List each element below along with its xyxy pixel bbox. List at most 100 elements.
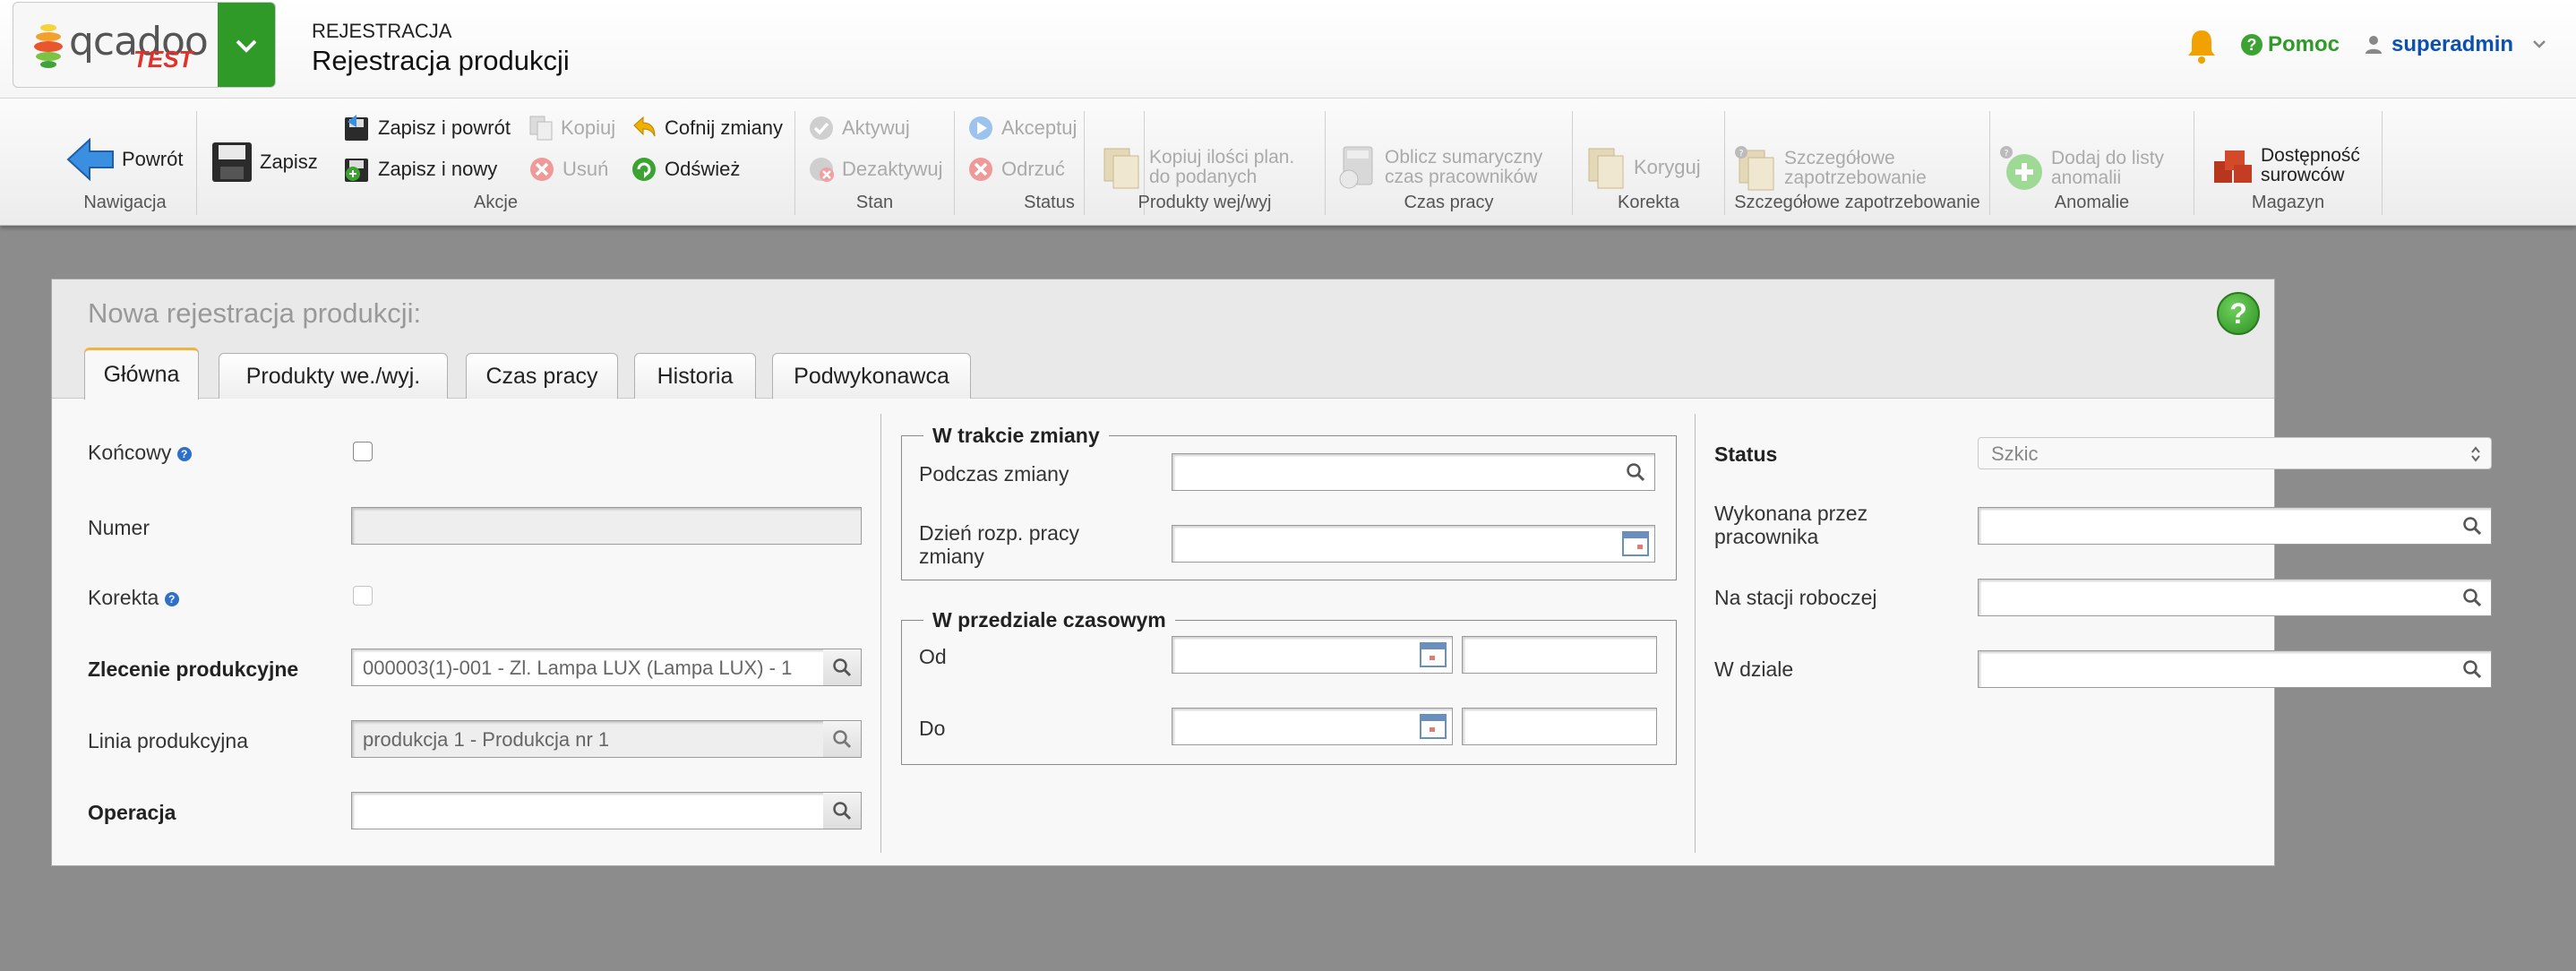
ribbon-group-work-time: Oblicz sumaryczny czas pracowników Czas p…	[1326, 111, 1573, 215]
info-icon[interactable]: ?	[164, 592, 179, 606]
reject-button[interactable]: Odrzuć	[967, 156, 1065, 183]
ribbon-group-label: Anomalie	[2054, 193, 2130, 212]
department-field[interactable]	[1978, 650, 2492, 688]
ribbon-group-label: Magazyn	[2251, 193, 2325, 212]
search-icon[interactable]	[823, 721, 861, 757]
accept-icon	[969, 116, 992, 140]
help-link[interactable]: ? Pomoc	[2241, 32, 2340, 57]
copy-icon	[529, 116, 553, 141]
help-icon: ?	[2241, 34, 2263, 56]
column-divider	[1695, 414, 1696, 853]
delete-button[interactable]: Usuń	[528, 156, 608, 183]
refresh-button[interactable]: Odśwież	[631, 156, 740, 183]
status-label: Status	[1714, 443, 1778, 466]
refresh-icon	[632, 158, 656, 181]
final-checkbox[interactable]	[353, 442, 373, 461]
number-field[interactable]	[351, 507, 862, 545]
warehouse-icon	[2214, 150, 2252, 183]
detailed-demand-button[interactable]: ? Szczegółowe zapotrzebowanie	[1734, 145, 1927, 192]
undo-icon	[633, 116, 656, 137]
ribbon-group-products: Kopiuj ilości plan. do podanych Produkty …	[1084, 111, 1326, 215]
tab-subcontractor[interactable]: Podwykonawca	[772, 353, 971, 399]
user-menu[interactable]: superadmin	[2365, 32, 2513, 57]
during-shift-field[interactable]	[1172, 453, 1655, 491]
info-icon[interactable]: ?	[176, 447, 192, 461]
reject-icon	[969, 158, 992, 181]
from-date-field[interactable]	[1172, 636, 1453, 674]
back-button[interactable]: Powrót	[66, 138, 183, 181]
top-header: qcadoo TEST REJESTRACJA Rejestracja prod…	[0, 0, 2576, 99]
deactivate-icon	[810, 158, 834, 182]
to-time-field[interactable]	[1462, 708, 1657, 745]
calculate-total-time-button[interactable]: Oblicz sumaryczny czas pracowników	[1338, 145, 1542, 190]
tab-history[interactable]: Historia	[634, 353, 756, 399]
svg-text:?: ?	[1739, 149, 1743, 159]
activate-button[interactable]: Aktywuj	[808, 115, 910, 142]
search-icon[interactable]	[823, 649, 861, 685]
shift-legend: W trakcie zmiany	[923, 424, 1109, 448]
add-to-anomalies-button[interactable]: ? Dodaj do listy anomalii	[1999, 145, 2164, 192]
tab-work-time[interactable]: Czas pracy	[466, 353, 618, 399]
logo-mark-icon	[34, 24, 63, 68]
select-arrows-icon	[2471, 446, 2480, 462]
help-label: Pomoc	[2268, 32, 2340, 56]
correction-checkbox[interactable]	[353, 586, 373, 606]
operation-label: Operacja	[88, 801, 176, 824]
bell-icon[interactable]	[2185, 27, 2218, 64]
accept-button[interactable]: Akceptuj	[967, 115, 1077, 142]
save-button[interactable]: Zapisz	[211, 142, 318, 183]
workstation-field[interactable]	[1978, 579, 2492, 616]
ribbon-group-correction: Koryguj Korekta	[1573, 111, 1725, 215]
activate-icon	[810, 116, 833, 140]
save-icon	[212, 142, 252, 182]
status-select[interactable]: Szkic	[1978, 437, 2492, 469]
during-shift-label: Podczas zmiany	[919, 462, 1069, 486]
save-and-new-button[interactable]: Zapisz i nowy	[344, 156, 497, 183]
save-and-back-button[interactable]: Zapisz i powrót	[344, 115, 511, 142]
shift-start-day-field[interactable]	[1172, 525, 1655, 563]
save-new-icon	[345, 159, 368, 182]
copy-button[interactable]: Kopiuj	[528, 115, 615, 142]
ribbon-group-anomalies: ? Dodaj do listy anomalii Anomalie	[1990, 111, 2194, 215]
ribbon-toolbar: Powrót Nawigacja Zapisz Zapisz i powrót	[0, 99, 2576, 226]
copy-planned-quantities-button[interactable]: Kopiuj ilości plan. do podanych	[1103, 145, 1294, 190]
ribbon-group-label: Stan	[855, 193, 894, 212]
undo-changes-button[interactable]: Cofnij zmiany	[631, 115, 783, 142]
performed-by-field[interactable]	[1978, 507, 2492, 545]
search-icon[interactable]	[2453, 651, 2491, 687]
page-title: Rejestracja produkcji	[312, 45, 570, 76]
chevron-down-icon	[236, 39, 257, 53]
search-icon[interactable]	[823, 793, 861, 829]
correct-button[interactable]: Koryguj	[1587, 145, 1701, 190]
back-arrow-icon	[66, 138, 114, 181]
svg-text:?: ?	[2004, 149, 2008, 159]
from-time-field[interactable]	[1462, 636, 1657, 674]
production-order-field[interactable]: 000003(1)-001 - Zl. Lampa LUX (Lampa LUX…	[351, 649, 862, 686]
tab-products[interactable]: Produkty we./wyj.	[219, 353, 448, 399]
calendar-icon[interactable]	[1418, 712, 1448, 741]
search-icon[interactable]	[2453, 508, 2491, 544]
logo-badge: TEST	[133, 46, 193, 73]
chevron-down-icon[interactable]	[2531, 38, 2547, 50]
form-help-icon[interactable]: ?	[2217, 292, 2260, 335]
ribbon-group-label: Produkty wej/wyj	[1138, 193, 1272, 212]
calendar-icon[interactable]	[1620, 529, 1651, 558]
menu-dropdown-button[interactable]	[218, 3, 275, 87]
search-icon[interactable]	[1617, 454, 1654, 490]
app-logo[interactable]: qcadoo TEST	[13, 2, 276, 88]
materials-availability-button[interactable]: Dostępność surowców	[2211, 145, 2360, 186]
to-date-field[interactable]	[1172, 708, 1453, 745]
search-icon[interactable]	[2453, 580, 2491, 615]
tab-main[interactable]: Główna	[84, 348, 199, 400]
deactivate-button[interactable]: Dezaktywuj	[808, 156, 942, 183]
calendar-icon[interactable]	[1418, 640, 1448, 669]
ribbon-group-label: Szczegółowe zapotrzebowanie	[1734, 193, 1980, 212]
form-panel-header: Nowa rejestracja produkcji: ? Główna Pro…	[52, 279, 2274, 400]
operation-field[interactable]	[351, 792, 862, 829]
correct-icon	[1588, 148, 1624, 189]
module-title: REJESTRACJA	[312, 20, 452, 42]
ribbon-group-label: Czas pracy	[1404, 193, 1494, 212]
production-line-field[interactable]: produkcja 1 - Produkcja nr 1	[351, 720, 862, 758]
to-label: Do	[919, 717, 946, 740]
ribbon-group-state: Aktywuj Dezaktywuj Stan	[795, 111, 955, 215]
